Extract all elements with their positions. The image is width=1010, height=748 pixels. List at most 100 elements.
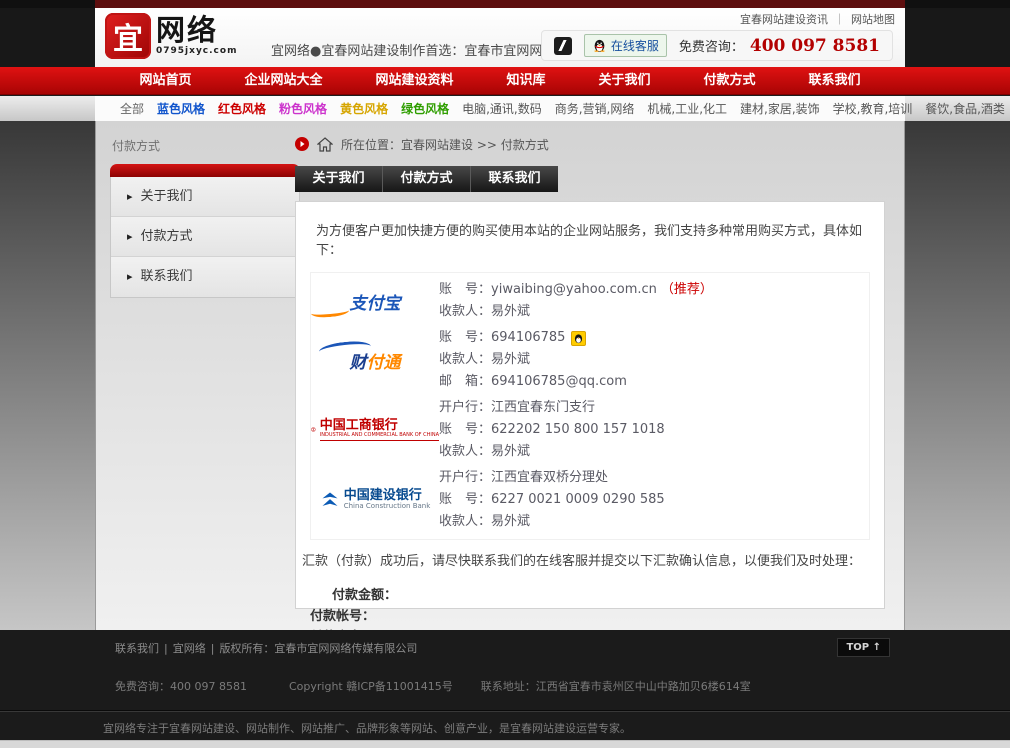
tenpay-logo-text: 付通: [367, 348, 401, 373]
nav-item-home[interactable]: 网站首页: [131, 67, 199, 95]
icbc-subtitle: INDUSTRIAL AND COMMERCIAL BANK OF CHINA: [320, 433, 439, 441]
footer-hotline: 免费咨询：400 097 8581: [115, 678, 247, 694]
footer-line1: 联系我们|宜网络|版权所有：宜春市宜网网络传媒有限公司 TOP ↑: [95, 640, 905, 656]
bank-branch-value: 江西宜春双桥分理处: [491, 467, 608, 489]
footer-address: 联系地址：江西省宜春市袁州区中山中路加贝6楼614室: [481, 678, 751, 694]
account-value: 694106785: [491, 327, 565, 349]
sidebar-item-label: 关于我们: [141, 189, 193, 204]
sidebar-item-label: 付款方式: [141, 229, 193, 244]
category-all[interactable]: 全部: [120, 100, 144, 117]
nav-item-about[interactable]: 关于我们: [590, 67, 658, 95]
messenger-icon[interactable]: [554, 37, 572, 55]
footer-copyright-owner: 版权所有：宜春市宜网网络传媒有限公司: [219, 642, 417, 655]
play-bullet-icon: [295, 137, 309, 151]
category-pink-style[interactable]: 粉色风格: [279, 100, 327, 117]
ccb-icon: [320, 490, 340, 510]
nav-item-payment[interactable]: 付款方式: [695, 67, 763, 95]
sidebar-item-contact[interactable]: ▸联系我们: [111, 257, 299, 297]
tab-payment[interactable]: 付款方式: [383, 166, 471, 192]
payee-value: 易外斌: [491, 349, 530, 371]
sidebar: 付款方式 ▸ 关于我们 ▸ 付款方式 ▸联系我们: [110, 137, 300, 298]
field-label: 账 号：: [439, 489, 491, 511]
recommended-tag: （推荐）: [661, 279, 713, 301]
tab-contact[interactable]: 联系我们: [471, 166, 558, 192]
pipe-separator: |: [164, 642, 168, 655]
hotline-label: 免费咨询：: [679, 36, 744, 55]
category-subnav: 全部 蓝色风格 红色风格 粉色风格 黄色风格 绿色风格 电脑,通讯,数码 商务,…: [95, 96, 905, 121]
icbc-icon: [311, 419, 316, 440]
icbc-logo: 中国工商银行INDUSTRIAL AND COMMERCIAL BANK OF …: [311, 419, 439, 441]
breadcrumb: 所在位置：宜春网站建设 >> 付款方式: [295, 135, 890, 153]
nav-item-site-gallery[interactable]: 企业网站大全: [236, 67, 330, 95]
payee-value: 易外斌: [491, 301, 530, 323]
payment-panel: 为方便客户更加快捷方便的购买使用本站的企业网站服务，我们支持多种常用购买方式，具…: [295, 201, 885, 609]
field-label: 收款人：: [439, 349, 491, 371]
arrow-icon: ▸: [127, 230, 133, 243]
back-to-top-button[interactable]: TOP ↑: [837, 638, 890, 657]
ccb-subtitle: China Construction Bank: [344, 503, 431, 511]
account-value: yiwaibing@yahoo.com.cn: [491, 279, 657, 301]
category-yellow-style[interactable]: 黄色风格: [340, 100, 388, 117]
footer-link-brand[interactable]: 宜网络: [173, 642, 206, 655]
category-food[interactable]: 餐饮,食品,酒类: [925, 100, 1005, 117]
pipe-separator: ｜: [834, 13, 845, 26]
field-label: 收款人：: [439, 301, 491, 323]
qq-penguin-icon: [592, 38, 607, 53]
sidebar-item-about[interactable]: ▸ 关于我们: [111, 177, 299, 217]
breadcrumb-text[interactable]: 所在位置：宜春网站建设 >> 付款方式: [341, 136, 549, 153]
account-value: 6227 0021 0009 0290 585: [491, 489, 665, 511]
online-service-label: 在线客服: [611, 37, 659, 54]
nav-item-resources[interactable]: 网站建设资料: [367, 67, 461, 95]
sidebar-item-payment[interactable]: ▸ 付款方式: [111, 217, 299, 257]
hotline-number: 400 097 8581: [750, 36, 880, 56]
site-logo[interactable]: 宜 网络 0795jxyc.com: [105, 13, 237, 59]
nav-item-contact[interactable]: 联系我们: [800, 67, 868, 95]
tab-row: 关于我们 付款方式 联系我们: [295, 166, 558, 192]
tab-about[interactable]: 关于我们: [295, 166, 383, 192]
footer-icp[interactable]: Copyright 赣ICP备11001415号: [289, 678, 453, 694]
field-payment-amount: 付款金额：: [332, 585, 884, 606]
field-label: 邮 箱：: [439, 371, 491, 393]
payee-value: 易外斌: [491, 511, 530, 533]
category-industry[interactable]: 机械,工业,化工: [647, 100, 727, 117]
category-green-style[interactable]: 绿色风格: [401, 100, 449, 117]
category-education[interactable]: 学校,教育,培训: [833, 100, 913, 117]
footer-divider: [0, 710, 1010, 712]
home-icon: [317, 137, 333, 152]
payment-row-ccb: 中国建设银行China Construction Bank 开户行：江西宜春双桥…: [311, 465, 869, 535]
category-business[interactable]: 商务,营销,网络: [555, 100, 635, 117]
field-label: 账 号：: [439, 279, 491, 301]
sidebar-red-bar: [110, 164, 300, 177]
nav-item-knowledge[interactable]: 知识库: [498, 67, 553, 95]
remittance-notice: 汇款（付款）成功后，请尽快联系我们的在线客服并提交以下汇款确认信息，以便我们及时…: [302, 550, 878, 569]
sidebar-menu: ▸ 关于我们 ▸ 付款方式 ▸联系我们: [110, 177, 300, 298]
qq-contact-icon[interactable]: [571, 331, 586, 346]
category-building[interactable]: 建材,家居,装饰: [740, 100, 820, 117]
payment-row-alipay: 支付宝 账 号：yiwaibing@yahoo.com.cn（推荐） 收款人：易…: [311, 277, 869, 325]
payment-row-tenpay: 财付通 账 号：694106785 收款人：易外斌 邮 箱：694106785@…: [311, 325, 869, 395]
header-top-links: 宜春网站建设资讯 ｜ 网站地图: [740, 11, 895, 27]
payment-table: 支付宝 账 号：yiwaibing@yahoo.com.cn（推荐） 收款人：易…: [310, 272, 870, 540]
online-service-button[interactable]: 在线客服: [584, 34, 667, 57]
footer-link-contact[interactable]: 联系我们: [115, 642, 159, 655]
category-digital[interactable]: 电脑,通讯,数码: [462, 100, 542, 117]
main-nav: 网站首页 企业网站大全 网站建设资料 知识库 关于我们 付款方式 联系我们: [95, 67, 905, 95]
field-label: 账 号：: [439, 419, 491, 441]
field-label: 收款人：: [439, 441, 491, 463]
arrow-icon: ▸: [127, 270, 133, 283]
arrow-icon: ▸: [127, 190, 133, 203]
header: 宜 网络 0795jxyc.com 宜网络●宜春网站建设制作首选：宜春市宜网网络…: [95, 8, 905, 67]
field-label: 收款人：: [439, 511, 491, 533]
field-payment-account: 付款帐号：: [310, 606, 884, 627]
main-content: 付款方式 ▸关于我们 ▸付款方式 ▸联系我们 所在位置：宜春网站建设 >> 付款…: [95, 121, 905, 630]
alipay-logo: 支付宝: [311, 289, 439, 314]
category-red-style[interactable]: 红色风格: [218, 100, 266, 117]
sidebar-title: 付款方式: [110, 137, 300, 154]
ccb-name: 中国建设银行: [344, 489, 431, 503]
payee-value: 易外斌: [491, 441, 530, 463]
category-blue-style[interactable]: 蓝色风格: [157, 100, 205, 117]
link-news[interactable]: 宜春网站建设资讯: [740, 13, 828, 26]
link-sitemap[interactable]: 网站地图: [851, 13, 895, 26]
alipay-logo-text: 支付宝: [350, 289, 401, 314]
bottom-strip: [0, 740, 1010, 748]
